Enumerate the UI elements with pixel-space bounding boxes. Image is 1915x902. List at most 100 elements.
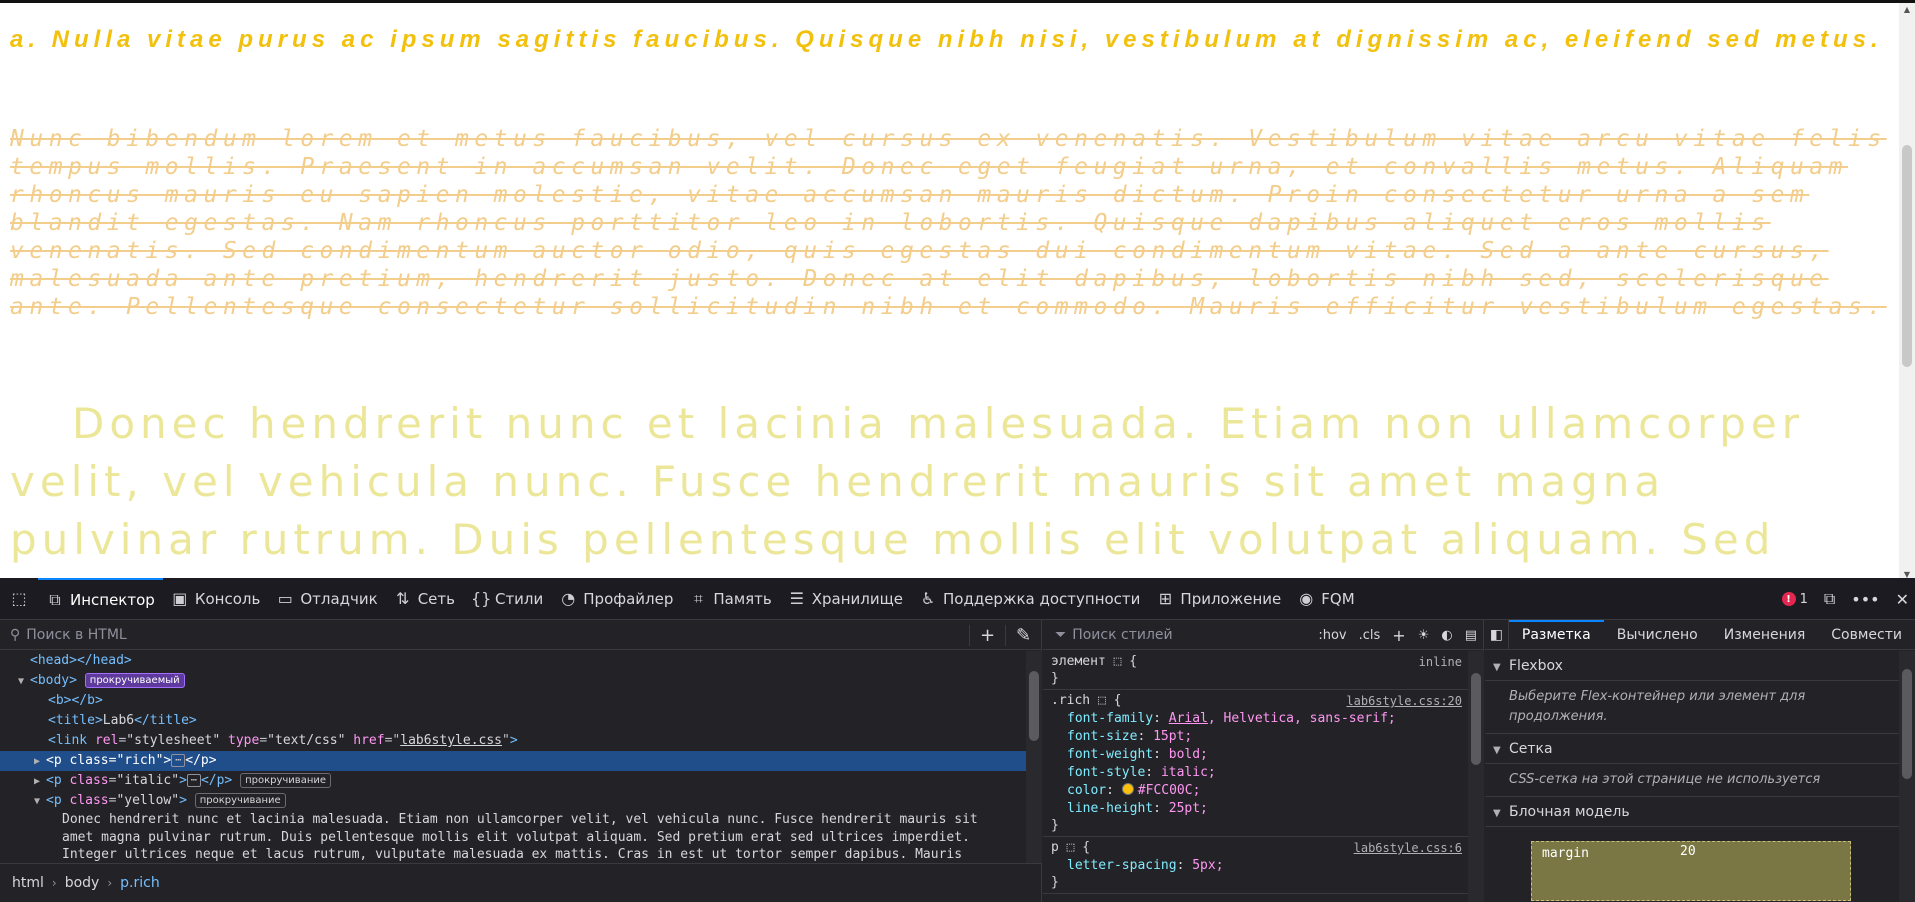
tab-style-editor[interactable]: {} Стили (463, 578, 551, 620)
highlight-icon[interactable]: ⬚ (1067, 840, 1075, 855)
light-theme-icon[interactable]: ☀ (1418, 628, 1430, 643)
stylesheet-link[interactable]: lab6style.css (400, 733, 502, 748)
tree-node-p-rich[interactable]: ▶ <p class="rich"> ⋯ </p> (0, 751, 1026, 771)
cls-toggle[interactable]: .cls (1359, 628, 1381, 643)
declaration[interactable]: font-style: italic; (1051, 764, 1462, 782)
declaration[interactable]: font-weight: bold; (1051, 746, 1462, 764)
rule-element: элемент ⬚ { inline } (1043, 651, 1468, 690)
styles-filter-input[interactable]: Поиск стилей (1072, 627, 1172, 643)
margin-top-value[interactable]: 20 (1680, 844, 1696, 859)
color-swatch-icon[interactable] (1121, 783, 1134, 795)
tab-label: Память (713, 589, 772, 608)
rule-selector[interactable]: p (1051, 840, 1059, 855)
scroll-down-icon[interactable]: ▼ (1902, 570, 1912, 578)
overflow-badge[interactable]: прокручивание (194, 793, 286, 808)
tab-computed[interactable]: Вычислено (1604, 620, 1711, 650)
style-editor-icon: {} (470, 589, 492, 608)
tab-fqm[interactable]: ◉ FQM (1289, 578, 1362, 620)
devtools-panel: ⬚ ⧉ Инспектор ▣ Консоль ▭ Отладчик ⇅ Сет… (0, 577, 1915, 902)
hov-toggle[interactable]: :hov (1318, 628, 1346, 643)
tab-label: Профайлер (583, 589, 674, 608)
page-scrollbar[interactable]: ▲ ▼ (1899, 3, 1915, 578)
html-search-input[interactable]: Поиск в HTML (26, 627, 126, 643)
section-flexbox-header[interactable]: ▼ Flexbox (1485, 651, 1899, 681)
markup-tree: <head></head> ▼ <body> прокручиваемый <b>… (0, 651, 1026, 863)
declaration[interactable]: font-size: 15pt; (1051, 728, 1462, 746)
tab-profiler[interactable]: ◔ Профайлер (551, 578, 681, 620)
tree-node-b[interactable]: <b></b> (0, 691, 1026, 711)
rule-source-link[interactable]: lab6style.css:6 (1354, 839, 1462, 857)
network-icon: ⇅ (395, 589, 410, 608)
tree-node-head[interactable]: <head></head> (0, 651, 1026, 671)
rules-scrollbar[interactable] (1468, 651, 1484, 902)
tree-node-body[interactable]: ▼ <body> прокручиваемый (0, 671, 1026, 691)
debugger-icon: ▭ (277, 589, 293, 608)
expanded-arrow-icon[interactable]: ▼ (34, 792, 46, 812)
tree-text-node[interactable]: Donec hendrerit nunc et lacinia malesuad… (0, 811, 1026, 862)
chevron-down-icon: ▼ (1493, 808, 1501, 819)
tab-debugger[interactable]: ▭ Отладчик (268, 578, 385, 620)
tree-node-p-yellow[interactable]: ▼ <p class="yellow"> прокручивание (0, 791, 1026, 811)
toggle-sidebar-icon[interactable]: ◧ (1485, 619, 1509, 650)
collapsed-arrow-icon[interactable]: ▶ (34, 772, 46, 792)
tab-changes[interactable]: Изменения (1711, 620, 1819, 650)
tab-accessibility[interactable]: ♿ Поддержка доступности (911, 578, 1148, 620)
page-scroll-thumb[interactable] (1902, 145, 1912, 367)
tab-inspector[interactable]: ⧉ Инспектор (38, 577, 163, 620)
tab-network[interactable]: ⇅ Сеть (386, 578, 463, 620)
scroll-up-icon[interactable]: ▲ (1902, 5, 1912, 14)
declaration[interactable]: font-family: Arial, Helvetica, sans-seri… (1051, 710, 1462, 728)
add-rule-icon[interactable]: + (1392, 626, 1405, 645)
tab-console[interactable]: ▣ Консоль (163, 578, 269, 620)
rule-source-link[interactable]: lab6style.css:20 (1346, 692, 1462, 710)
tree-node-p-italic[interactable]: ▶ <p class="italic"> ⋯ </p> прокручивание (0, 771, 1026, 791)
rules-list: элемент ⬚ { inline } .rich ⬚ { lab6style… (1043, 651, 1468, 902)
tab-application[interactable]: ⊞ Приложение (1148, 578, 1289, 620)
rules-view: ⏷ Поиск стилей :hov .cls + ☀ ◐ ▤ элемент… (1043, 620, 1484, 902)
eyedropper-icon[interactable]: ✎ (1005, 624, 1041, 646)
print-media-icon[interactable]: ▤ (1465, 628, 1477, 643)
declaration[interactable]: letter-spacing: 5px; (1051, 857, 1462, 875)
markup-scrollbar[interactable] (1026, 651, 1042, 863)
breadcrumb-item-html[interactable]: html (12, 875, 44, 891)
tab-memory[interactable]: ⌗ Память (681, 578, 779, 620)
declaration[interactable]: color: #FCC00C; (1051, 782, 1462, 800)
layout-scroll-thumb[interactable] (1902, 669, 1912, 779)
profiler-icon: ◔ (561, 589, 576, 608)
dark-theme-icon[interactable]: ◐ (1441, 628, 1452, 643)
overflow-badge[interactable]: прокручивание (240, 773, 332, 788)
tab-label: Стили (494, 589, 544, 608)
tab-layout[interactable]: Разметка (1508, 619, 1604, 650)
application-icon: ⊞ (1158, 589, 1173, 608)
element-picker-button[interactable]: ⬚ (0, 578, 38, 620)
scrollable-badge[interactable]: прокручиваемый (84, 673, 185, 688)
breadcrumb-item-p-rich[interactable]: p.rich (120, 875, 160, 891)
error-count-badge[interactable]: ! 1 (1781, 591, 1808, 607)
highlight-icon[interactable]: ⬚ (1098, 693, 1106, 708)
close-icon[interactable]: ✕ (1896, 590, 1909, 609)
error-count: 1 (1799, 591, 1808, 607)
declaration[interactable]: line-height: 25pt; (1051, 800, 1462, 818)
section-grid-header[interactable]: ▼ Сетка (1485, 734, 1899, 764)
expanded-arrow-icon[interactable]: ▼ (18, 672, 30, 692)
box-model-margin[interactable]: margin 20 (1531, 841, 1851, 901)
breadcrumb-item-body[interactable]: body (65, 875, 100, 891)
section-boxmodel-header[interactable]: ▼ Блочная модель (1485, 797, 1899, 827)
highlight-icon[interactable]: ⬚ (1114, 654, 1122, 669)
tab-label: Консоль (194, 589, 261, 608)
collapsed-content-icon[interactable]: ⋯ (186, 774, 201, 787)
more-options-icon[interactable]: ••• (1851, 590, 1879, 609)
add-node-icon[interactable]: + (969, 624, 1005, 646)
element-picker-icon: ⬚ (11, 589, 27, 608)
tree-node-link[interactable]: <link rel="stylesheet" type="text/css" h… (0, 731, 1026, 751)
dock-options-icon[interactable]: ⧉ (1824, 589, 1835, 609)
markup-scroll-thumb[interactable] (1029, 671, 1039, 741)
tab-compatibility[interactable]: Совмести (1818, 620, 1915, 650)
collapsed-arrow-icon[interactable]: ▶ (34, 752, 46, 772)
layout-scrollbar[interactable] (1899, 651, 1915, 902)
collapsed-content-icon[interactable]: ⋯ (171, 754, 186, 767)
rule-selector[interactable]: .rich (1051, 693, 1090, 708)
rules-scroll-thumb[interactable] (1471, 673, 1481, 765)
tab-storage[interactable]: ☰ Хранилище (780, 578, 911, 620)
tree-node-title[interactable]: <title>Lab6</title> (0, 711, 1026, 731)
